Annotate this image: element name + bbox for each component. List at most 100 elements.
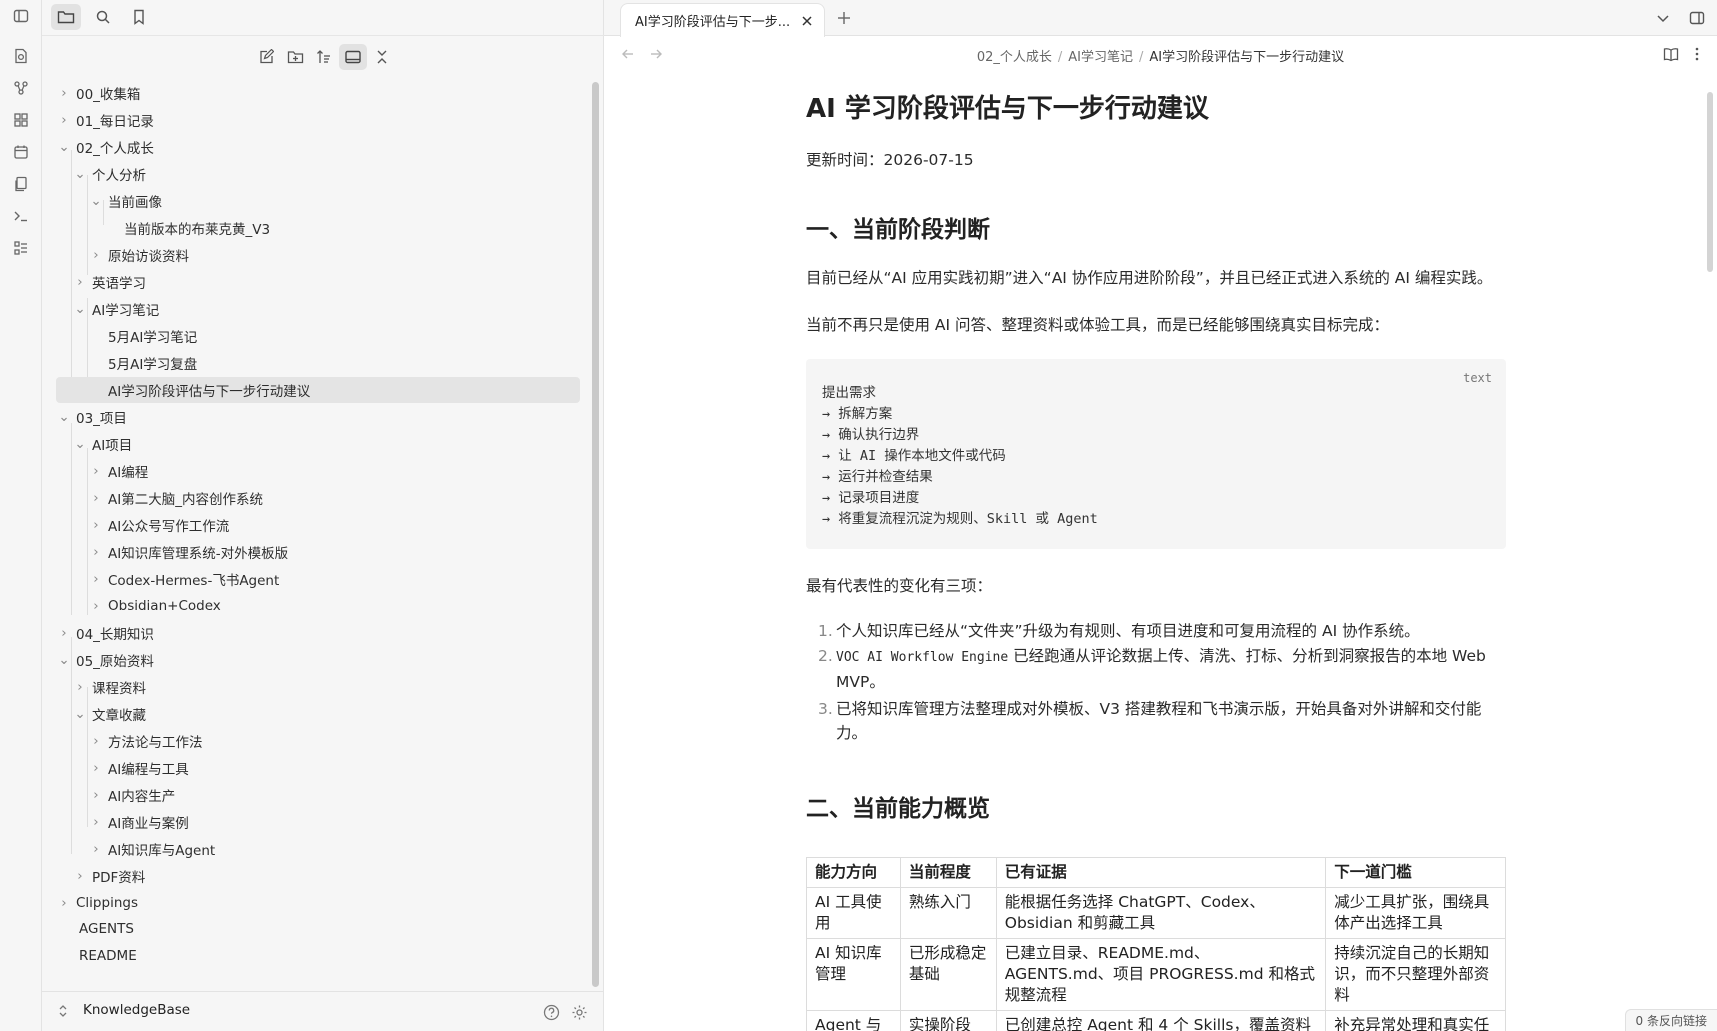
tree-folder-current-profile[interactable]: ⌄ 当前画像 bbox=[88, 188, 162, 214]
tree-file-agents[interactable]: AGENTS bbox=[79, 916, 134, 942]
chevron-right-icon: › bbox=[93, 814, 99, 830]
vault-switch-icon[interactable] bbox=[58, 1003, 68, 1019]
table-cell: 实操阶段 bbox=[899, 1010, 997, 1031]
code-line: → 将重复流程沉淀为规则、Skill 或 Agent bbox=[822, 511, 1098, 527]
new-note-icon[interactable] bbox=[252, 44, 280, 70]
collapse-all-icon[interactable] bbox=[368, 44, 396, 70]
calendar-icon[interactable] bbox=[9, 140, 33, 164]
canvas-icon[interactable] bbox=[9, 108, 33, 132]
tree-folder-english[interactable]: › 英语学习 bbox=[72, 269, 146, 295]
help-icon[interactable] bbox=[539, 1000, 563, 1024]
bookmark-icon[interactable] bbox=[124, 4, 154, 30]
table-cell: 熟练入门 bbox=[899, 887, 997, 939]
chevron-right-icon: › bbox=[93, 571, 99, 587]
file-tree: › 00_收集箱 › 01_每日记录 ⌄ 02_个人成长 ⌄ 个人分析 ⌄ 当前画像 当前… bbox=[42, 80, 604, 990]
tree-folder-ai-business[interactable]: › AI商业与案例 bbox=[88, 809, 188, 835]
chevron-down-icon: ⌄ bbox=[74, 166, 86, 182]
paragraph: 最有代表性的变化有三项： bbox=[806, 577, 993, 595]
sort-icon[interactable] bbox=[310, 44, 338, 70]
right-sidebar-toggle-icon[interactable] bbox=[1685, 6, 1709, 30]
chevron-right-icon: › bbox=[93, 760, 99, 776]
list-item: 3. 已将知识库管理方法整理成对外模板、V3 搭建教程和飞书演示版，开始具备对外… bbox=[818, 700, 1482, 742]
tree-folder-03[interactable]: ⌄ 03_项目 bbox=[56, 404, 127, 430]
breadcrumb-part[interactable]: AI学习笔记 bbox=[1068, 50, 1133, 65]
tree-file-may-notes[interactable]: 5月AI学习笔记 bbox=[108, 323, 197, 349]
sidebar-tab-header bbox=[42, 0, 604, 36]
tree-folder-ai-content[interactable]: › AI内容生产 bbox=[88, 782, 175, 808]
table-cell: 已创建总控 Agent 和 4 个 Skills，覆盖资料 bbox=[995, 1010, 1327, 1031]
vault-name[interactable]: KnowledgeBase bbox=[83, 1002, 190, 1018]
settings-gear-icon[interactable] bbox=[567, 1000, 591, 1024]
tree-folder-ai-projects[interactable]: ⌄ AI项目 bbox=[72, 431, 132, 457]
table-row: AI 工具使用 熟练入门 能根据任务选择 ChatGPT、Codex、Obsid… bbox=[806, 887, 1506, 939]
reading-view-book-icon[interactable] bbox=[1659, 42, 1683, 66]
table-cell: AI 工具使用 bbox=[806, 887, 901, 939]
tree-folder-pdf[interactable]: › PDF资料 bbox=[72, 863, 145, 889]
tree-folder-courses[interactable]: › 课程资料 bbox=[72, 674, 146, 700]
ribbon bbox=[0, 0, 42, 1031]
tree-folder-second-brain[interactable]: › AI第二大脑_内容创作系统 bbox=[88, 485, 263, 511]
tree-file-active[interactable]: AI学习阶段评估与下一步行动建议 bbox=[56, 377, 580, 403]
backlinks-status[interactable]: 0 条反向链接 bbox=[1624, 1009, 1717, 1031]
tree-folder-ai-coding-tools[interactable]: › AI编程与工具 bbox=[88, 755, 188, 781]
editor-scrollbar[interactable] bbox=[1707, 92, 1713, 272]
tree-folder-02[interactable]: ⌄ 02_个人成长 bbox=[56, 134, 154, 160]
tree-folder-obsidian-codex[interactable]: › Obsidian+Codex bbox=[88, 593, 220, 619]
tree-folder-interviews[interactable]: › 原始访谈资料 bbox=[88, 242, 189, 268]
chevron-down-icon: ⌄ bbox=[90, 193, 102, 209]
breadcrumb: 02_个人成长 / AI学习笔记 / AI学习阶段评估与下一步行动建议 bbox=[976, 50, 1345, 65]
tab-list-chevron-down-icon[interactable] bbox=[1651, 6, 1675, 30]
breadcrumb-part[interactable]: 02_个人成长 bbox=[977, 50, 1052, 65]
tree-folder-methodology[interactable]: › 方法论与工作法 bbox=[88, 728, 202, 754]
code-line: → 运行并检查结果 bbox=[822, 469, 933, 485]
tree-folder-05[interactable]: ⌄ 05_原始资料 bbox=[56, 647, 154, 673]
tree-folder-01[interactable]: › 01_每日记录 bbox=[56, 107, 154, 133]
tree-file-profile-v3[interactable]: 当前版本的布莱克黄_V3 bbox=[124, 215, 270, 241]
chevron-right-icon: › bbox=[93, 544, 99, 560]
code-block[interactable]: text 提出需求 → 拆解方案 → 确认执行边界 → 让 AI 操作本地文件或… bbox=[806, 359, 1506, 549]
tree-folder-articles[interactable]: ⌄ 文章收藏 bbox=[72, 701, 146, 727]
quick-switcher-icon[interactable] bbox=[9, 44, 33, 68]
chevron-right-icon: › bbox=[61, 895, 67, 911]
tab-active-note[interactable]: AI学习阶段评估与下一步... bbox=[620, 3, 825, 37]
paragraph: 目前已经从“AI 应用实践初期”进入“AI 协作应用进阶阶段”，并且已经正式进入… bbox=[806, 269, 1493, 287]
files-tab-icon[interactable] bbox=[51, 4, 81, 30]
table-cell: 减少工具扩张，围绕具体产出选择工具 bbox=[1325, 887, 1506, 939]
chevron-down-icon: ⌄ bbox=[58, 652, 70, 668]
tasks-icon[interactable] bbox=[9, 236, 33, 260]
tree-folder-00[interactable]: › 00_收集箱 bbox=[56, 80, 140, 106]
capability-table: 能力方向 当前程度 已有证据 下一道门槛 AI 工具使用 熟练入门 能根据任务选… bbox=[806, 857, 1506, 1031]
table-header-cell: 当前程度 bbox=[899, 857, 997, 888]
vault-switcher-bar: KnowledgeBase bbox=[42, 991, 604, 1031]
tree-folder-wechat-workflow[interactable]: › AI公众号写作工作流 bbox=[88, 512, 229, 538]
tree-file-readme[interactable]: README bbox=[79, 943, 137, 969]
chevron-right-icon: › bbox=[93, 598, 99, 614]
chevron-down-icon: ⌄ bbox=[74, 706, 86, 722]
chevron-right-icon: › bbox=[77, 274, 83, 290]
more-options-icon[interactable] bbox=[1685, 42, 1709, 66]
breadcrumb-current[interactable]: AI学习阶段评估与下一步行动建议 bbox=[1149, 50, 1344, 65]
sidebar-toggle-icon[interactable] bbox=[9, 4, 33, 28]
tab-bar: AI学习阶段评估与下一步... bbox=[604, 0, 1717, 37]
graph-view-icon[interactable] bbox=[9, 76, 33, 100]
new-tab-plus-icon[interactable] bbox=[832, 6, 856, 30]
tree-folder-ai-kb-agent[interactable]: › AI知识库与Agent bbox=[88, 836, 215, 862]
view-header: 02_个人成长 / AI学习笔记 / AI学习阶段评估与下一步行动建议 bbox=[604, 36, 1717, 72]
tree-folder-04[interactable]: › 04_长期知识 bbox=[56, 620, 154, 646]
tree-folder-ai-coding[interactable]: › AI编程 bbox=[88, 458, 148, 484]
tree-folder-ai-notes[interactable]: ⌄ AI学习笔记 bbox=[72, 296, 159, 322]
close-icon[interactable] bbox=[798, 12, 816, 30]
tree-file-may-review[interactable]: 5月AI学习复盘 bbox=[108, 350, 197, 376]
auto-reveal-icon[interactable] bbox=[339, 44, 367, 70]
templates-icon[interactable] bbox=[9, 172, 33, 196]
terminal-icon[interactable] bbox=[9, 204, 33, 228]
tree-folder-clippings[interactable]: › Clippings bbox=[56, 890, 138, 916]
sidebar-scrollbar[interactable] bbox=[592, 82, 599, 987]
tree-folder-personal-analysis[interactable]: ⌄ 个人分析 bbox=[72, 161, 146, 187]
table-cell: 补充异常处理和真实任 bbox=[1325, 1010, 1506, 1031]
inline-code: VOC AI Workflow Engine bbox=[836, 650, 1009, 665]
search-icon[interactable] bbox=[88, 4, 118, 30]
new-folder-icon[interactable] bbox=[281, 44, 309, 70]
tree-folder-kb-template[interactable]: › AI知识库管理系统-对外模板版 bbox=[88, 539, 288, 565]
tree-folder-codex-hermes[interactable]: › Codex-Hermes-飞书Agent bbox=[88, 566, 279, 592]
